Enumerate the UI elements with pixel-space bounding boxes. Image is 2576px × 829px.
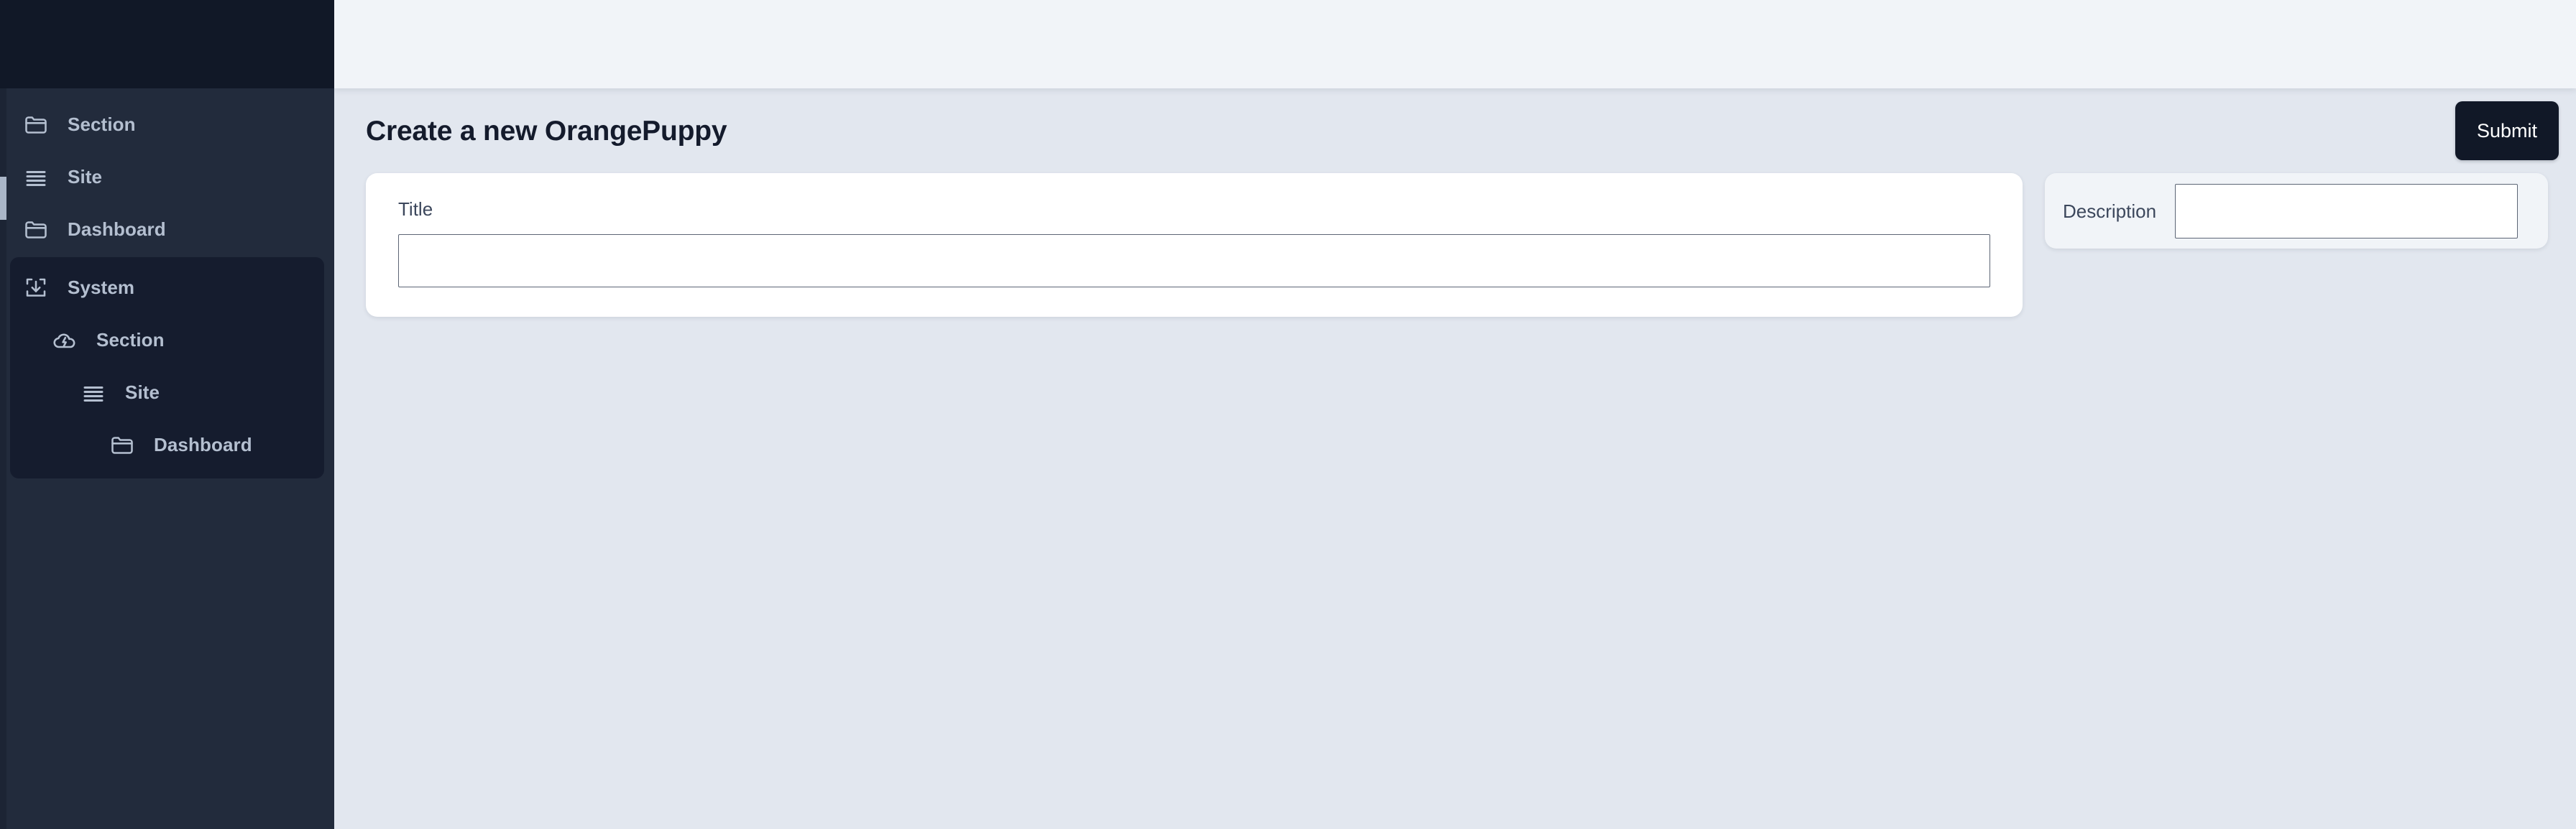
sidebar-item-system[interactable]: System	[10, 261, 324, 314]
page-header: Create a new OrangePuppy Submit	[334, 88, 2576, 173]
form-row: Title Description	[334, 173, 2576, 317]
sidebar-item-site[interactable]: Site	[0, 151, 334, 203]
title-card: Title	[366, 173, 2023, 317]
title-field-label: Title	[398, 198, 433, 220]
submit-button[interactable]: Submit	[2455, 101, 2559, 160]
main-content: Create a new OrangePuppy Submit Title De…	[334, 0, 2576, 829]
title-input[interactable]	[398, 234, 1990, 287]
sidebar-item-label: System	[68, 277, 135, 298]
app-root: Section Site Dashboard System Section Si…	[0, 0, 2576, 829]
sidebar-group-system: System Section Site Dashboard	[10, 257, 324, 478]
download-box-icon	[20, 272, 52, 304]
sidebar-item-label: Site	[125, 381, 160, 403]
sidebar-item-label: Section	[96, 329, 165, 351]
sidebar-brand-area	[0, 0, 334, 88]
folder-icon	[106, 430, 138, 461]
folder-icon	[20, 109, 52, 141]
sidebar-item-section[interactable]: Section	[0, 98, 334, 151]
sidebar-item-label: Dashboard	[68, 218, 166, 240]
sidebar-item-label: Site	[68, 166, 103, 187]
sidebar-item-label: Section	[68, 114, 136, 135]
page-title: Create a new OrangePuppy	[366, 115, 727, 147]
sidebar-item-section-sub[interactable]: Section	[10, 314, 324, 366]
menu-list-icon	[78, 377, 109, 409]
sidebar-nav: Section Site Dashboard System Section Si…	[0, 88, 334, 478]
sidebar-item-site-sub[interactable]: Site	[10, 366, 324, 419]
description-input[interactable]	[2175, 183, 2518, 238]
description-panel: Description	[2045, 173, 2548, 249]
menu-list-icon	[20, 162, 52, 193]
top-bar	[334, 0, 2576, 88]
page-body: Create a new OrangePuppy Submit Title De…	[334, 88, 2576, 829]
sidebar: Section Site Dashboard System Section Si…	[0, 0, 334, 829]
description-field-label: Description	[2063, 200, 2157, 222]
sidebar-item-dashboard-sub[interactable]: Dashboard	[10, 419, 324, 471]
folder-icon	[20, 214, 52, 246]
sidebar-item-dashboard[interactable]: Dashboard	[0, 203, 334, 256]
cloud-lightning-icon	[49, 325, 80, 356]
sidebar-item-label: Dashboard	[154, 434, 252, 455]
